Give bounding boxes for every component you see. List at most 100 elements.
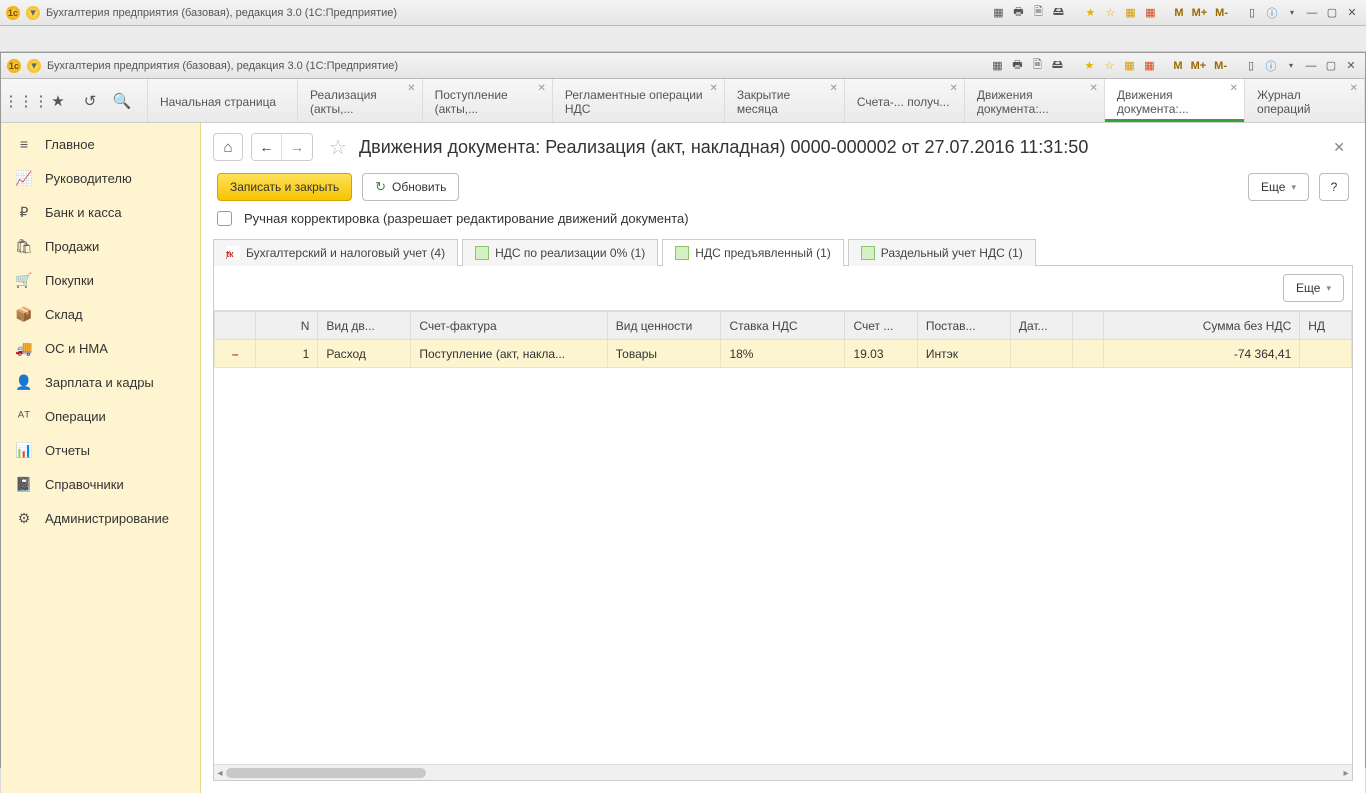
top-tab[interactable]: Начальная страница: [148, 79, 298, 122]
calc-icon[interactable]: ▦: [1122, 5, 1138, 21]
column-header[interactable]: Ставка НДС: [721, 312, 845, 340]
column-header[interactable]: Дат...: [1010, 312, 1072, 340]
table-row[interactable]: –1РасходПоступление (акт, накла...Товары…: [215, 340, 1352, 368]
manual-correction-checkbox[interactable]: [217, 211, 232, 226]
star-icon[interactable]: ★: [1082, 5, 1098, 21]
favorite-star-icon[interactable]: ☆: [329, 135, 347, 160]
data-grid[interactable]: NВид дв...Счет-фактураВид ценностиСтавка…: [214, 310, 1352, 764]
forward-button[interactable]: →: [282, 134, 312, 160]
grid-more-button[interactable]: Еще: [1283, 274, 1344, 302]
minimize-button[interactable]: —: [1304, 5, 1320, 21]
sidebar-item[interactable]: 👤Зарплата и кадры: [1, 365, 200, 399]
panel-icon[interactable]: ▯: [1243, 58, 1259, 74]
info-icon[interactable]: ⓘ: [1264, 5, 1280, 21]
column-header[interactable]: Сумма без НДС: [1103, 312, 1299, 340]
search-icon[interactable]: 🔍: [113, 92, 131, 110]
top-tab[interactable]: Регламентные операции НДС✕: [553, 79, 725, 122]
tab-close-icon[interactable]: ✕: [1230, 83, 1238, 94]
top-tab[interactable]: Движения документа:...✕: [1105, 79, 1245, 122]
scroll-right-icon[interactable]: ▸: [1340, 767, 1352, 779]
sidebar-item[interactable]: ⚙Администрирование: [1, 501, 200, 535]
m-button[interactable]: M: [1172, 7, 1185, 19]
close-button[interactable]: ✕: [1343, 58, 1359, 74]
sidebar-item[interactable]: 🚚ОС и НМА: [1, 331, 200, 365]
m-minus-button[interactable]: M-: [1213, 7, 1230, 19]
scroll-left-icon[interactable]: ◂: [214, 767, 226, 779]
top-tab[interactable]: Счета-... получ...✕: [845, 79, 965, 122]
sidebar-item[interactable]: 🛍Продажи: [1, 229, 200, 263]
close-button[interactable]: ✕: [1344, 5, 1360, 21]
column-header[interactable]: Счет-фактура: [411, 312, 607, 340]
tab-close-icon[interactable]: ✕: [1090, 83, 1098, 94]
back-button[interactable]: ←: [252, 134, 282, 160]
top-tab[interactable]: Движения документа:...✕: [965, 79, 1105, 122]
tab-close-icon[interactable]: ✕: [709, 83, 717, 94]
subtab[interactable]: НДС предъявленный (1): [662, 239, 843, 266]
column-header[interactable]: [215, 312, 256, 340]
calendar-icon[interactable]: ▦: [1141, 58, 1157, 74]
m-plus-button[interactable]: M+: [1190, 7, 1210, 19]
sidebar-item[interactable]: ᴬᵀОперации: [1, 399, 200, 433]
sidebar-item[interactable]: 📓Справочники: [1, 467, 200, 501]
sidebar-item[interactable]: 🛒Покупки: [1, 263, 200, 297]
column-header[interactable]: [1072, 312, 1103, 340]
sidebar-item[interactable]: ≡Главное: [1, 127, 200, 161]
m-button[interactable]: M: [1171, 60, 1184, 72]
more-button[interactable]: Еще: [1248, 173, 1309, 201]
favorite-icon[interactable]: ★: [49, 92, 67, 110]
info-dropdown-icon[interactable]: ▾: [1283, 58, 1299, 74]
toolbar-icon-2[interactable]: 🖶: [1009, 58, 1025, 74]
column-header[interactable]: НД: [1300, 312, 1352, 340]
calc-icon[interactable]: ▦: [1121, 58, 1137, 74]
minimize-button[interactable]: —: [1303, 58, 1319, 74]
refresh-button[interactable]: Обновить: [362, 173, 459, 201]
document-close-button[interactable]: ✕: [1329, 135, 1349, 160]
sidebar-item[interactable]: 📈Руководителю: [1, 161, 200, 195]
help-button[interactable]: ?: [1319, 173, 1349, 201]
toolbar-icon-4[interactable]: 🖴: [1049, 58, 1065, 74]
top-tab[interactable]: Журнал операций✕: [1245, 79, 1365, 122]
toolbar-icon-3[interactable]: 🗎: [1030, 5, 1046, 21]
calendar-icon[interactable]: ▦: [1142, 5, 1158, 21]
horizontal-scrollbar[interactable]: ◂ ▸: [214, 764, 1352, 780]
apps-icon[interactable]: ⋮⋮⋮: [17, 92, 35, 110]
star-outline-icon[interactable]: ☆: [1101, 58, 1117, 74]
home-button[interactable]: ⌂: [213, 133, 243, 161]
top-tab[interactable]: Поступление (акты,...✕: [423, 79, 553, 122]
top-tab[interactable]: Реализация (акты,...✕: [298, 79, 423, 122]
info-dropdown-icon[interactable]: ▾: [1284, 5, 1300, 21]
sidebar-item[interactable]: 📦Склад: [1, 297, 200, 331]
column-header[interactable]: Счет ...: [845, 312, 917, 340]
subtab[interactable]: НДС по реализации 0% (1): [462, 239, 658, 266]
tab-close-icon[interactable]: ✕: [538, 83, 546, 94]
toolbar-icon-1[interactable]: ▦: [990, 5, 1006, 21]
star-icon[interactable]: ★: [1081, 58, 1097, 74]
subtab[interactable]: Раздельный учет НДС (1): [848, 239, 1036, 266]
column-header[interactable]: N: [256, 312, 318, 340]
sidebar-item[interactable]: ₽Банк и касса: [1, 195, 200, 229]
toolbar-icon-1[interactable]: ▦: [989, 58, 1005, 74]
panel-icon[interactable]: ▯: [1244, 5, 1260, 21]
subtab[interactable]: Бухгалтерский и налоговый учет (4): [213, 239, 458, 266]
save-close-button[interactable]: Записать и закрыть: [217, 173, 352, 201]
column-header[interactable]: Постав...: [917, 312, 1010, 340]
maximize-button[interactable]: ▢: [1323, 58, 1339, 74]
toolbar-icon-3[interactable]: 🗎: [1029, 58, 1045, 74]
star-outline-icon[interactable]: ☆: [1102, 5, 1118, 21]
tab-close-icon[interactable]: ✕: [407, 83, 415, 94]
dropdown-icon[interactable]: ▾: [26, 6, 40, 20]
scroll-thumb[interactable]: [226, 768, 426, 778]
info-icon[interactable]: ⓘ: [1263, 58, 1279, 74]
toolbar-icon-4[interactable]: 🖴: [1050, 5, 1066, 21]
tab-close-icon[interactable]: ✕: [829, 83, 837, 94]
m-plus-button[interactable]: M+: [1189, 60, 1209, 72]
top-tab[interactable]: Закрытие месяца✕: [725, 79, 845, 122]
tab-close-icon[interactable]: ✕: [1350, 83, 1358, 94]
sidebar-item[interactable]: 📊Отчеты: [1, 433, 200, 467]
column-header[interactable]: Вид дв...: [318, 312, 411, 340]
maximize-button[interactable]: ▢: [1324, 5, 1340, 21]
dropdown-icon[interactable]: ▾: [27, 59, 41, 73]
tab-close-icon[interactable]: ✕: [949, 83, 957, 94]
column-header[interactable]: Вид ценности: [607, 312, 721, 340]
m-minus-button[interactable]: M-: [1212, 60, 1229, 72]
